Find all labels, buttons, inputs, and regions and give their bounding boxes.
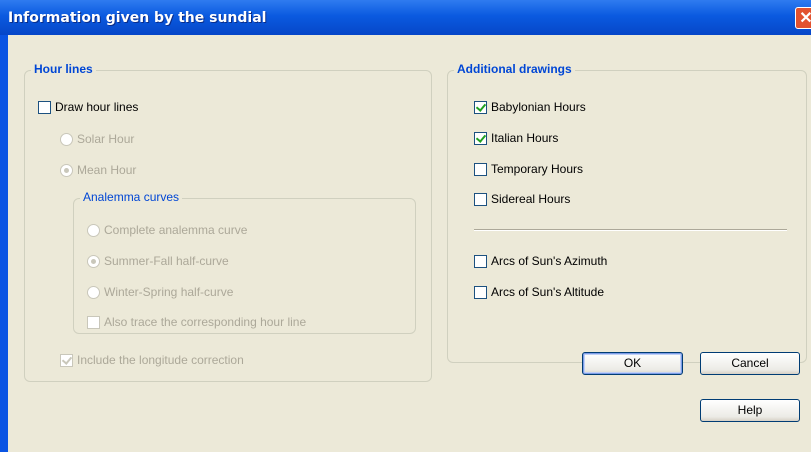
temporary-hours-label: Temporary Hours: [491, 162, 584, 176]
close-icon: ✕: [799, 10, 811, 27]
title-bar[interactable]: Information given by the sundial ✕: [0, 0, 811, 35]
babylonian-hours-label: Babylonian Hours: [491, 100, 586, 114]
summer-fall-radio[interactable]: Summer-Fall half-curve: [87, 254, 229, 268]
solar-hour-radio-circle[interactable]: [60, 132, 73, 146]
dialog-window: Information given by the sundial ✕ Hour …: [0, 0, 811, 452]
sidereal-hours-box[interactable]: [474, 192, 487, 206]
analemma-curves-legend: Analemma curves: [80, 190, 183, 204]
close-button[interactable]: ✕: [795, 7, 811, 29]
sun-altitude-label: Arcs of Sun's Altitude: [491, 285, 605, 299]
temporary-hours-box[interactable]: [474, 162, 487, 176]
help-button[interactable]: Help: [700, 399, 800, 422]
also-trace-box[interactable]: [87, 315, 100, 329]
draw-hour-lines-checkbox[interactable]: Draw hour lines: [38, 100, 138, 114]
italian-hours-box[interactable]: [474, 131, 487, 145]
temporary-hours-checkbox[interactable]: Temporary Hours: [474, 162, 583, 176]
solar-hour-label: Solar Hour: [77, 132, 135, 146]
winter-spring-radio-circle[interactable]: [87, 285, 100, 299]
complete-analemma-label: Complete analemma curve: [104, 223, 248, 237]
window-title: Information given by the sundial: [8, 10, 267, 26]
longitude-correction-checkbox[interactable]: Include the longitude correction: [60, 353, 244, 367]
mean-hour-label: Mean Hour: [77, 163, 137, 177]
italian-hours-label: Italian Hours: [491, 131, 559, 145]
mean-hour-radio-circle[interactable]: [60, 163, 73, 177]
complete-analemma-radio[interactable]: Complete analemma curve: [87, 223, 247, 237]
also-trace-checkbox[interactable]: Also trace the corresponding hour line: [87, 315, 306, 329]
complete-analemma-radio-circle[interactable]: [87, 223, 100, 237]
draw-hour-lines-box[interactable]: [38, 100, 51, 114]
sun-azimuth-label: Arcs of Sun's Azimuth: [491, 254, 608, 268]
mean-hour-radio[interactable]: Mean Hour: [60, 163, 136, 177]
longitude-correction-label: Include the longitude correction: [77, 353, 244, 367]
babylonian-hours-checkbox[interactable]: Babylonian Hours: [474, 100, 586, 114]
babylonian-hours-box[interactable]: [474, 100, 487, 114]
hour-lines-legend: Hour lines: [31, 62, 96, 76]
sun-azimuth-checkbox[interactable]: Arcs of Sun's Azimuth: [474, 254, 607, 268]
also-trace-label: Also trace the corresponding hour line: [104, 315, 307, 329]
sidereal-hours-label: Sidereal Hours: [491, 192, 571, 206]
sun-altitude-checkbox[interactable]: Arcs of Sun's Altitude: [474, 285, 604, 299]
additional-drawings-separator: [474, 229, 787, 231]
ok-button[interactable]: OK: [582, 352, 683, 375]
cancel-button[interactable]: Cancel: [700, 352, 800, 375]
sidereal-hours-checkbox[interactable]: Sidereal Hours: [474, 192, 570, 206]
draw-hour-lines-label: Draw hour lines: [55, 100, 139, 114]
sun-azimuth-box[interactable]: [474, 254, 487, 268]
solar-hour-radio[interactable]: Solar Hour: [60, 132, 134, 146]
sun-altitude-box[interactable]: [474, 285, 487, 299]
longitude-correction-box[interactable]: [60, 353, 73, 367]
additional-drawings-legend: Additional drawings: [454, 62, 575, 76]
summer-fall-radio-circle[interactable]: [87, 254, 100, 268]
winter-spring-label: Winter-Spring half-curve: [104, 285, 234, 299]
winter-spring-radio[interactable]: Winter-Spring half-curve: [87, 285, 233, 299]
dialog-client-area: Hour lines Draw hour lines Solar Hour Me…: [8, 35, 811, 452]
summer-fall-label: Summer-Fall half-curve: [104, 254, 229, 268]
italian-hours-checkbox[interactable]: Italian Hours: [474, 131, 558, 145]
